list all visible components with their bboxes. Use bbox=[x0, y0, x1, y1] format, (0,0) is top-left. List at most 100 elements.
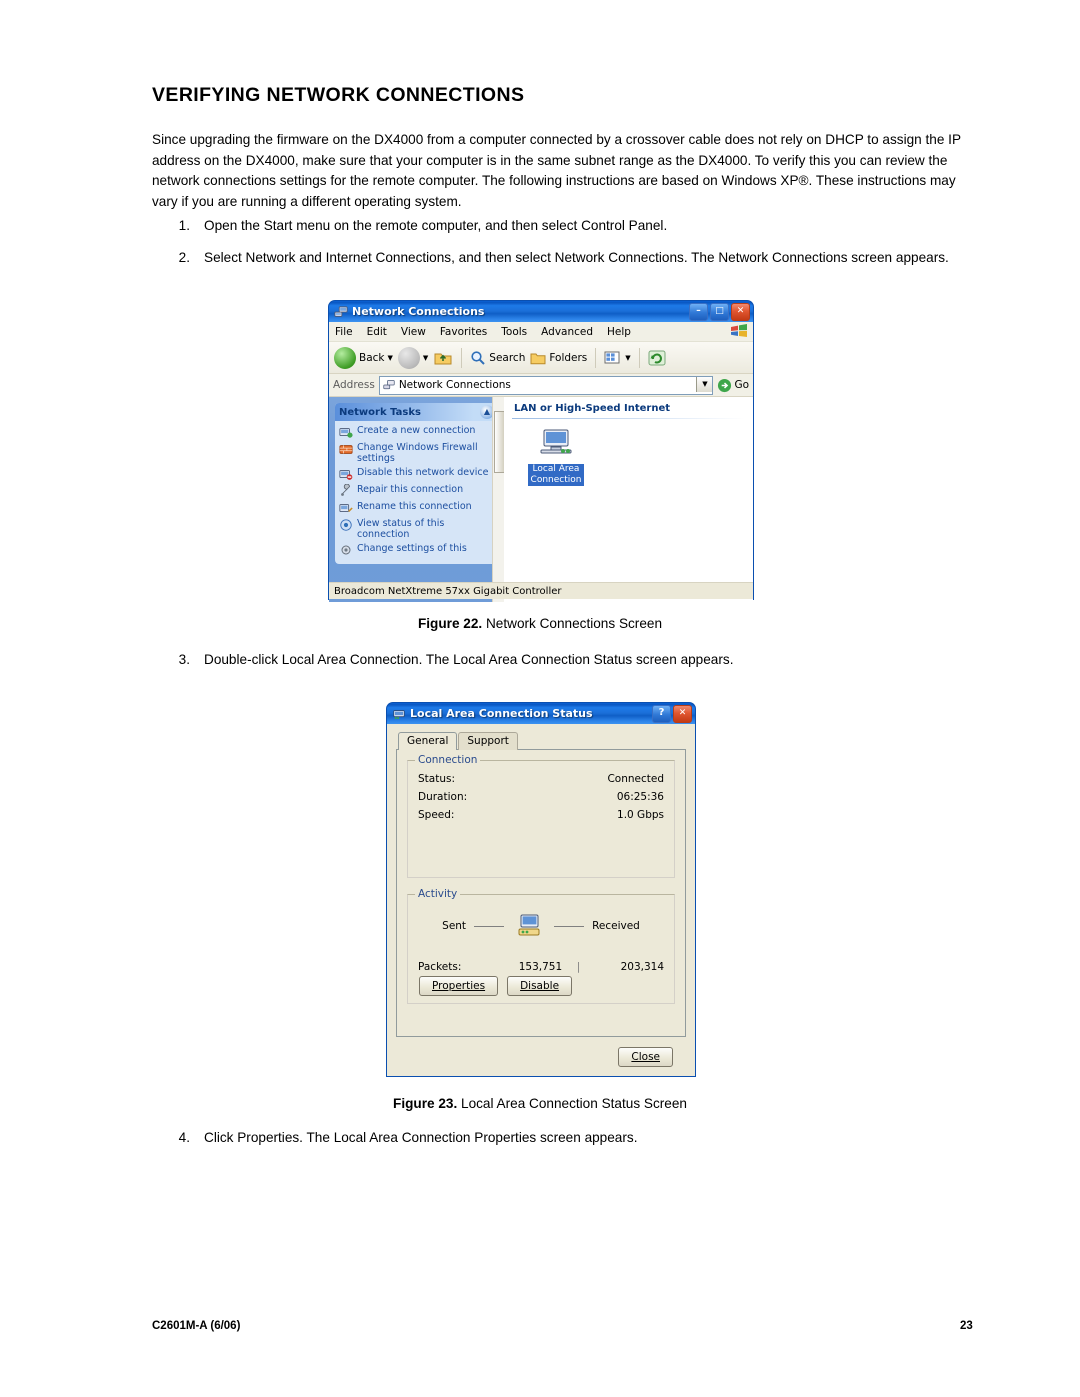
menu-edit[interactable]: Edit bbox=[367, 326, 387, 338]
local-area-connection-item[interactable]: Local Area Connection bbox=[528, 427, 584, 486]
task-label: Change settings of this bbox=[357, 543, 467, 554]
task-label: Repair this connection bbox=[357, 484, 464, 495]
back-label: Back bbox=[359, 351, 385, 364]
views-chevron-down-icon[interactable]: ▼ bbox=[625, 354, 630, 362]
step-3-number: 3. bbox=[178, 652, 190, 667]
menu-advanced[interactable]: Advanced bbox=[541, 326, 593, 338]
tasks-scrollbar-thumb[interactable] bbox=[494, 411, 504, 473]
step-3: 3. Double-click Local Area Connection. T… bbox=[168, 650, 978, 670]
speed-key: Speed: bbox=[418, 809, 455, 821]
dialog-title: Local Area Connection Status bbox=[410, 707, 593, 720]
step-4-text: Click Properties. The Local Area Connect… bbox=[204, 1130, 638, 1145]
network-tasks-header[interactable]: Network Tasks ▲ bbox=[335, 403, 498, 421]
task-repair-this-connection[interactable]: Repair this connection bbox=[339, 484, 495, 498]
tab-general[interactable]: General bbox=[398, 732, 458, 750]
address-input[interactable]: Network Connections ▼ bbox=[378, 375, 714, 395]
sent-line bbox=[474, 925, 505, 927]
step-1-text: Open the Start menu on the remote comput… bbox=[204, 218, 668, 233]
address-bar: Address Network Connections ▼ Go bbox=[329, 374, 753, 397]
minimize-button[interactable]: – bbox=[689, 303, 708, 321]
figure-23-label: Figure 23. bbox=[393, 1096, 458, 1111]
properties-button[interactable]: Properties bbox=[419, 976, 499, 996]
intro-paragraph: Since upgrading the firmware on the DX40… bbox=[152, 132, 961, 209]
footer-document-number: C2601M-A (6/06) bbox=[152, 1320, 241, 1332]
task-label: Create a new connection bbox=[357, 425, 476, 436]
menu-view[interactable]: View bbox=[401, 326, 426, 338]
step-4: 4. Click Properties. The Local Area Conn… bbox=[168, 1128, 978, 1148]
tool-bar: Back ▼ ▼ Search Folders ▼ bbox=[329, 342, 753, 374]
duration-row: Duration: 06:25:36 bbox=[418, 791, 664, 803]
tasks-pane: Network Tasks ▲ Create a new connection … bbox=[329, 397, 504, 602]
window-titlebar: Network Connections – □ ✕ bbox=[328, 300, 754, 322]
maximize-button[interactable]: □ bbox=[710, 303, 729, 321]
windows-flag-icon bbox=[731, 324, 747, 337]
network-connections-icon bbox=[334, 305, 348, 317]
task-rename-this-connection[interactable]: Rename this connection bbox=[339, 501, 495, 515]
tab-support[interactable]: Support bbox=[458, 732, 518, 750]
settings-gear-icon bbox=[341, 545, 351, 555]
task-create-new-connection[interactable]: Create a new connection bbox=[339, 425, 495, 439]
folder-icon bbox=[530, 353, 546, 364]
menu-help[interactable]: Help bbox=[607, 326, 631, 338]
duration-key: Duration: bbox=[418, 791, 468, 803]
views-button[interactable]: ▼ bbox=[604, 350, 631, 366]
back-button[interactable]: Back ▼ bbox=[334, 346, 393, 369]
toolbar-separator bbox=[461, 347, 463, 368]
window-body: File Edit View Favorites Tools Advanced … bbox=[328, 322, 754, 602]
duration-value: 06:25:36 bbox=[616, 791, 664, 803]
tab-page-general: Connection Status: Connected Duration: 0… bbox=[396, 749, 686, 1037]
activity-group-title: Activity bbox=[415, 888, 461, 900]
forward-button[interactable]: ▼ bbox=[397, 346, 428, 369]
close-button[interactable]: Close bbox=[618, 1047, 673, 1067]
speed-row: Speed: 1.0 Gbps bbox=[418, 809, 664, 821]
connection-label: Local Area Connection bbox=[528, 464, 584, 486]
dialog-body: General Support Connection Status: Conne… bbox=[386, 724, 696, 1077]
go-label: Go bbox=[734, 379, 749, 391]
refresh-button[interactable] bbox=[648, 350, 666, 366]
back-chevron-down-icon[interactable]: ▼ bbox=[388, 354, 393, 362]
connections-list-pane: LAN or High-Speed Internet Local Area Co… bbox=[504, 397, 753, 602]
close-button[interactable]: ✕ bbox=[731, 303, 750, 321]
lan-group-title: LAN or High-Speed Internet bbox=[514, 403, 671, 414]
rename-icon bbox=[339, 504, 353, 513]
disable-device-icon bbox=[339, 470, 353, 480]
network-tasks-panel: Network Tasks ▲ Create a new connection … bbox=[335, 403, 498, 564]
go-arrow-icon bbox=[718, 378, 732, 392]
dialog-controls: ? ✕ bbox=[652, 705, 692, 723]
menu-tools[interactable]: Tools bbox=[501, 326, 527, 338]
task-change-settings-of-this[interactable]: Change settings of this bbox=[339, 543, 495, 557]
menu-bar: File Edit View Favorites Tools Advanced … bbox=[329, 322, 753, 342]
page-title: VERIFYING NETWORK CONNECTIONS bbox=[152, 84, 525, 106]
folders-label: Folders bbox=[549, 351, 588, 364]
toolbar-separator-2 bbox=[595, 347, 597, 368]
activity-computer-icon bbox=[518, 914, 540, 936]
search-icon bbox=[471, 350, 485, 365]
go-button[interactable]: Go bbox=[717, 378, 749, 393]
up-button[interactable] bbox=[433, 349, 453, 367]
step-2-number: 2. bbox=[178, 250, 190, 265]
menu-favorites[interactable]: Favorites bbox=[440, 326, 487, 338]
dialog-close-button[interactable]: ✕ bbox=[673, 705, 692, 723]
task-disable-this-network-device[interactable]: Disable this network device bbox=[339, 467, 495, 481]
sent-label: Sent bbox=[442, 920, 467, 932]
task-change-windows-firewall-settings[interactable]: Change Windows Firewall settings bbox=[339, 442, 495, 464]
toolbar-separator-3 bbox=[638, 347, 640, 368]
help-button[interactable]: ? bbox=[652, 705, 671, 723]
menu-file[interactable]: File bbox=[335, 326, 353, 338]
packets-row: Packets: 153,751 | 203,314 bbox=[418, 961, 664, 973]
forward-chevron-down-icon[interactable]: ▼ bbox=[423, 354, 428, 362]
network-tasks-title: Network Tasks bbox=[339, 406, 421, 418]
disable-button[interactable]: Disable bbox=[507, 976, 573, 996]
task-view-status-of-this-connection[interactable]: View status of this connection bbox=[339, 518, 495, 540]
address-chevron-down-icon[interactable]: ▼ bbox=[696, 376, 713, 392]
tasks-scrollbar[interactable] bbox=[492, 397, 504, 602]
document-page: VERIFYING NETWORK CONNECTIONS Since upgr… bbox=[0, 0, 1080, 1397]
connection-group-title: Connection bbox=[415, 754, 481, 766]
folders-button[interactable]: Folders bbox=[530, 351, 587, 365]
lan-connection-icon bbox=[540, 429, 572, 454]
step-1-number: 1. bbox=[178, 218, 190, 233]
task-label: View status of this connection bbox=[357, 518, 445, 540]
status-text: Broadcom NetXtreme 57xx Gigabit Controll… bbox=[334, 585, 562, 597]
window-controls: – □ ✕ bbox=[689, 303, 750, 321]
search-button[interactable]: Search bbox=[470, 350, 525, 366]
